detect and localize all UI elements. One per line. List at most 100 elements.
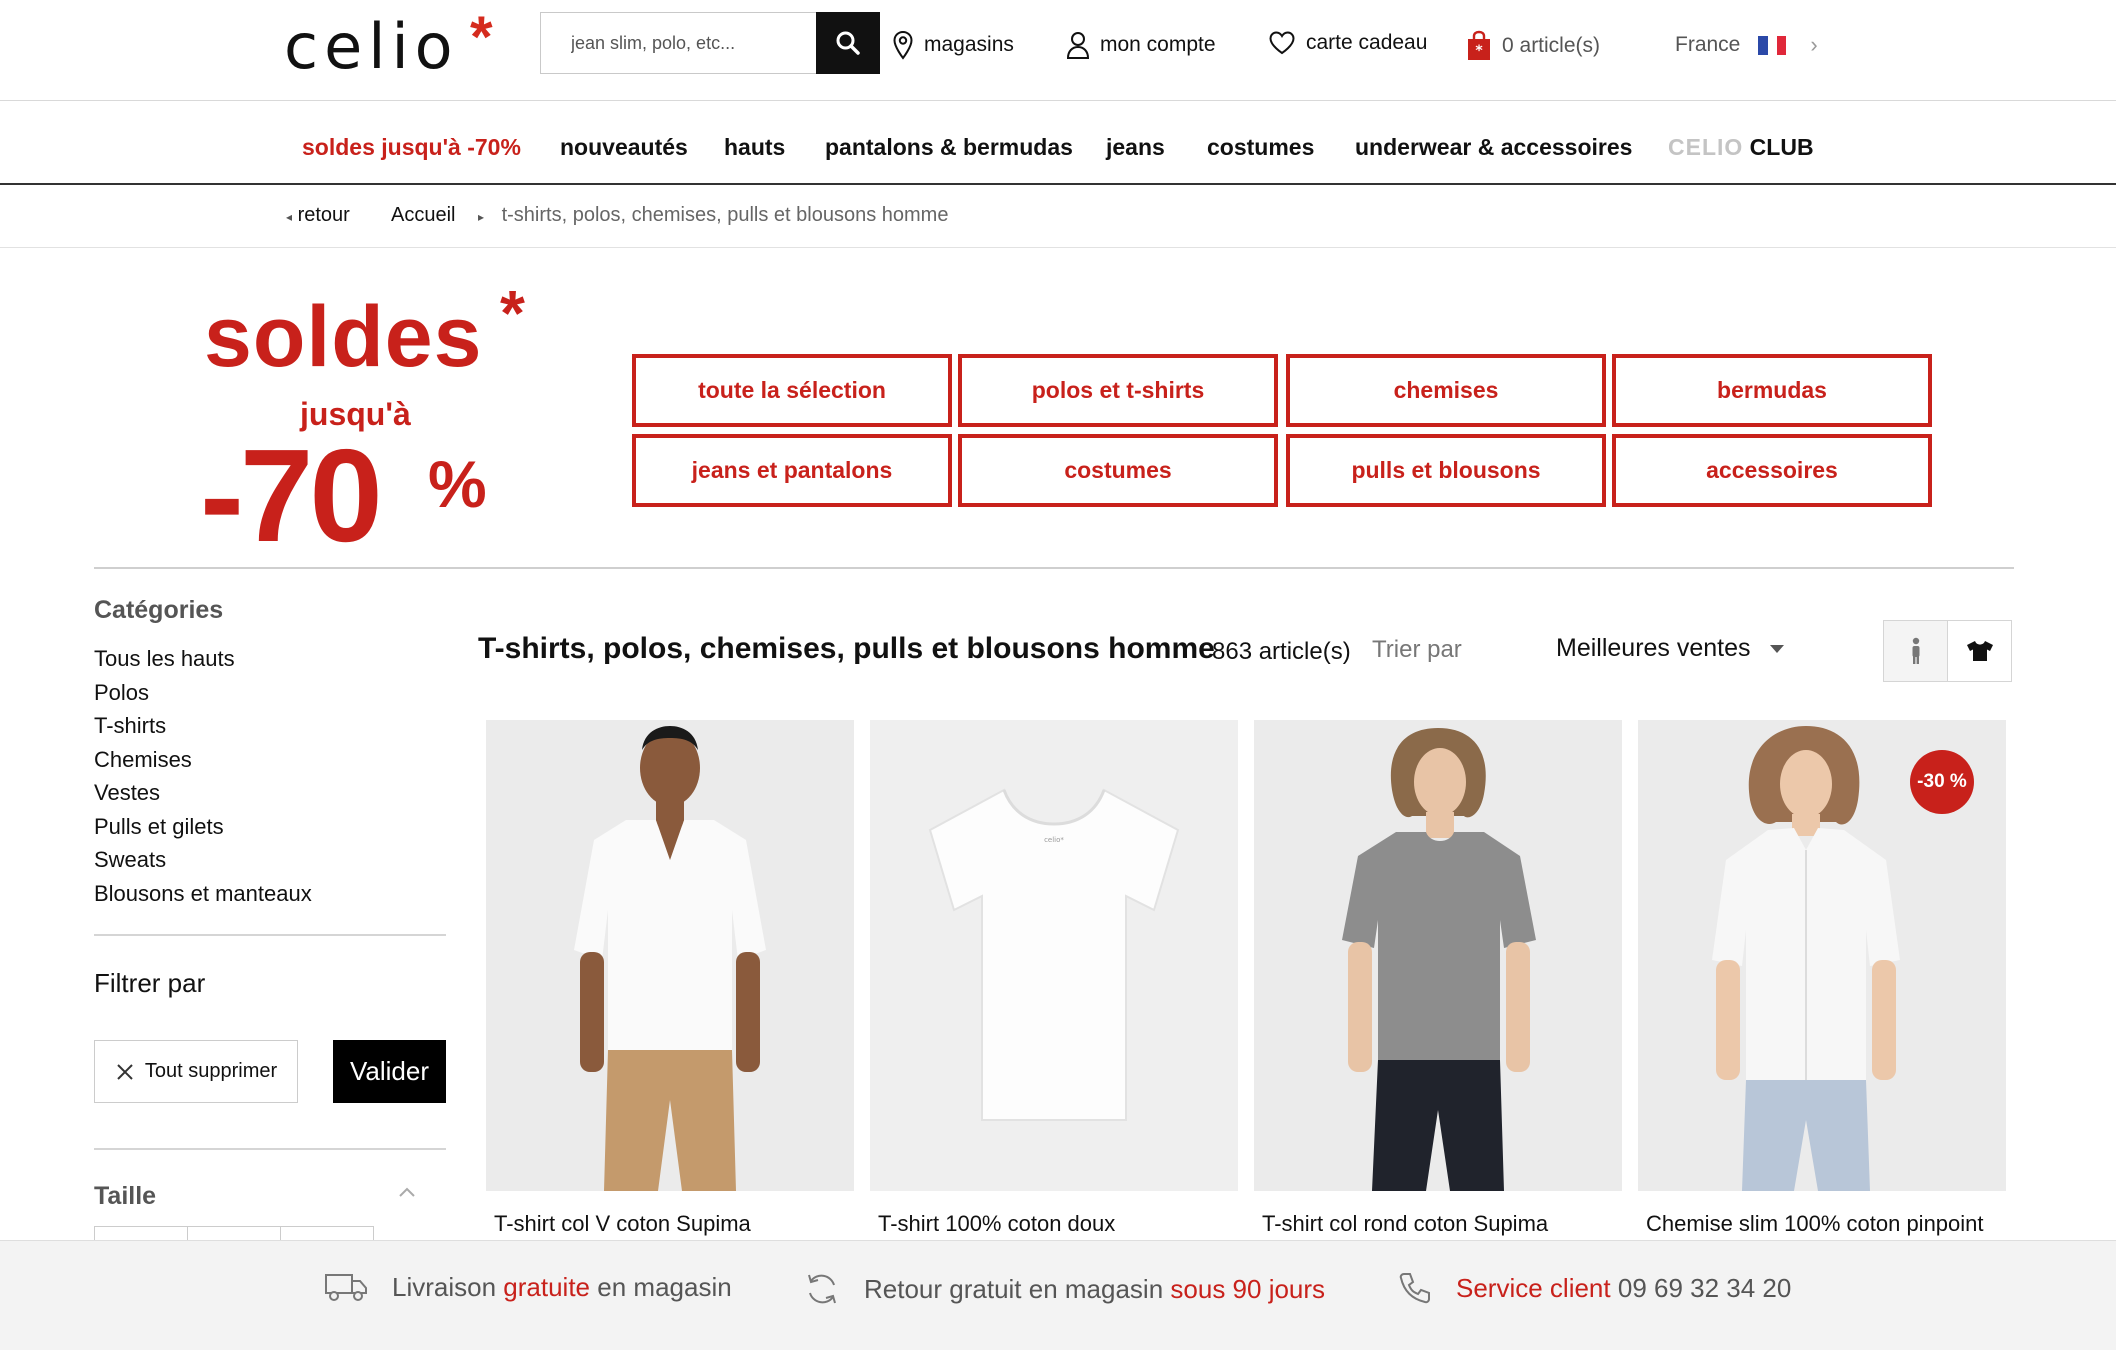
filter-title: Filtrer par xyxy=(94,968,206,998)
category-item[interactable]: Sweats xyxy=(94,845,312,879)
nav-hauts[interactable]: hauts xyxy=(724,134,785,161)
sale-cat-bermudas[interactable]: bermudas xyxy=(1612,354,1932,427)
sale-cat-accessoires[interactable]: accessoires xyxy=(1612,434,1932,507)
gift-card-label: carte cadeau xyxy=(1306,31,1428,54)
stores-label: magasins xyxy=(924,33,1014,56)
category-item[interactable]: Polos xyxy=(94,678,312,712)
club-light-label: CELIO xyxy=(1668,134,1744,160)
celio-logo[interactable]: celio xyxy=(284,10,459,83)
stores-link[interactable]: magasins xyxy=(892,30,1014,60)
section-divider xyxy=(94,567,2014,569)
caret-left-icon: ◂ xyxy=(286,210,293,224)
return-text-b: sous 90 jours xyxy=(1170,1273,1326,1304)
product-name[interactable]: Chemise slim 100% coton pinpoint xyxy=(1638,1211,2006,1237)
person-icon xyxy=(1912,637,1919,664)
svg-text:*: * xyxy=(1475,43,1483,59)
sort-dropdown[interactable]: Meilleures ventes xyxy=(1556,634,1785,663)
breadcrumb-current: ▸ t-shirts, polos, chemises, pulls et bl… xyxy=(478,204,948,227)
phone-icon xyxy=(1399,1273,1430,1304)
service-text-a: Service client xyxy=(1456,1272,1611,1303)
product-card[interactable]: T-shirt col V coton Supima xyxy=(486,720,854,1237)
country-selector[interactable]: France › xyxy=(1675,32,1818,58)
category-item[interactable]: Chemises xyxy=(94,745,312,779)
categories-list: Tous les hauts Polos T-shirts Chemises V… xyxy=(94,644,312,912)
sale-cat-costumes[interactable]: costumes xyxy=(958,434,1278,507)
nav-underwear-accessoires[interactable]: underwear & accessoires xyxy=(1355,134,1632,161)
clear-filters-button[interactable]: Tout supprimer xyxy=(94,1040,298,1103)
chevron-up-icon[interactable] xyxy=(398,1186,416,1198)
delivery-text-c: en magasin xyxy=(597,1271,732,1302)
product-image[interactable] xyxy=(1254,720,1622,1191)
product-card[interactable]: -30 % Chemise slim 100% coton pinpoint xyxy=(1638,720,2006,1237)
sale-percent: -70 xyxy=(200,422,383,569)
main-nav: soldes jusqu'à -70% nouveautés hauts pan… xyxy=(0,101,2116,185)
product-image[interactable] xyxy=(486,720,854,1191)
article-count: 863 article(s) xyxy=(1212,638,1351,665)
caret-right-icon: ▸ xyxy=(478,210,485,224)
return-text-a: Retour gratuit en magasin xyxy=(864,1273,1164,1304)
product-card[interactable]: celio* T-shirt 100% coton doux xyxy=(870,720,1238,1237)
sale-star: * xyxy=(500,277,525,349)
model-grey-tshirt-illustration xyxy=(1254,720,1622,1191)
product-name[interactable]: T-shirt col V coton Supima xyxy=(486,1211,854,1237)
product-card[interactable]: T-shirt col rond coton Supima xyxy=(1254,720,1622,1237)
user-icon xyxy=(1066,32,1090,59)
sale-cat-jeans-pantalons[interactable]: jeans et pantalons xyxy=(632,434,952,507)
return-info[interactable]: Retour gratuit en magasin sous 90 jours xyxy=(804,1271,1325,1307)
nav-celio-club[interactable]: CELIO CLUB xyxy=(1668,134,1814,161)
sidebar-divider xyxy=(94,1148,446,1150)
validate-button[interactable]: Valider xyxy=(333,1040,446,1103)
product-name[interactable]: T-shirt 100% coton doux xyxy=(870,1211,1238,1237)
heart-icon xyxy=(1269,31,1295,55)
categories-title: Catégories xyxy=(94,596,224,624)
breadcrumb: ◂ retour Accueil ▸ t-shirts, polos, chem… xyxy=(0,185,2116,248)
truck-icon xyxy=(325,1274,367,1301)
sale-cat-polos-tshirts[interactable]: polos et t-shirts xyxy=(958,354,1278,427)
sale-cat-chemises[interactable]: chemises xyxy=(1286,354,1606,427)
nav-pantalons-bermudas[interactable]: pantalons & bermudas xyxy=(825,134,1073,161)
delivery-text-a: Livraison xyxy=(392,1271,497,1302)
listing-title: T-shirts, polos, chemises, pulls et blou… xyxy=(478,632,1215,665)
breadcrumb-current-label: t-shirts, polos, chemises, pulls et blou… xyxy=(501,204,949,226)
cart-link[interactable]: * 0 article(s) xyxy=(1466,30,1600,62)
search-icon xyxy=(836,31,860,55)
account-link[interactable]: mon compte xyxy=(1066,30,1216,60)
nav-jeans[interactable]: jeans xyxy=(1106,134,1165,161)
category-item[interactable]: Pulls et gilets xyxy=(94,812,312,846)
service-text: Service client 09 69 32 34 20 xyxy=(1456,1273,1791,1304)
category-item[interactable]: Blousons et manteaux xyxy=(94,879,312,913)
svg-text:celio*: celio* xyxy=(1044,836,1064,844)
view-product-button[interactable] xyxy=(1947,620,2012,682)
breadcrumb-home[interactable]: Accueil xyxy=(391,204,455,227)
nav-nouveautes[interactable]: nouveautés xyxy=(560,134,688,161)
sale-cat-all[interactable]: toute la sélection xyxy=(632,354,952,427)
sale-title: soldes xyxy=(204,289,483,385)
category-item[interactable]: Vestes xyxy=(94,778,312,812)
product-image[interactable]: celio* xyxy=(870,720,1238,1191)
category-item[interactable]: Tous les hauts xyxy=(94,644,312,678)
breadcrumb-back[interactable]: ◂ retour xyxy=(286,204,350,227)
logo-star: * xyxy=(470,5,493,70)
sale-cat-pulls-blousons[interactable]: pulls et blousons xyxy=(1286,434,1606,507)
customer-service-info[interactable]: Service client 09 69 32 34 20 xyxy=(1398,1271,1791,1305)
view-model-button[interactable] xyxy=(1883,620,1948,682)
product-image[interactable]: -30 % xyxy=(1638,720,2006,1191)
shopping-bag-icon: * xyxy=(1468,30,1490,60)
category-item[interactable]: T-shirts xyxy=(94,711,312,745)
breadcrumb-back-label: retour xyxy=(297,204,350,226)
cart-label: 0 article(s) xyxy=(1502,34,1601,57)
product-name[interactable]: T-shirt col rond coton Supima xyxy=(1254,1211,1622,1237)
gift-card-link[interactable]: carte cadeau xyxy=(1268,30,1427,56)
search-box xyxy=(540,12,880,74)
size-filter-title[interactable]: Taille xyxy=(94,1182,156,1211)
country-label: France xyxy=(1675,33,1741,56)
delivery-info[interactable]: Livraison gratuite en magasin xyxy=(324,1271,732,1303)
sidebar-divider xyxy=(94,934,446,936)
search-button[interactable] xyxy=(816,12,880,74)
service-phone: 09 69 32 34 20 xyxy=(1617,1272,1792,1303)
france-flag-icon xyxy=(1758,35,1787,55)
nav-soldes[interactable]: soldes jusqu'à -70% xyxy=(302,134,521,161)
nav-costumes[interactable]: costumes xyxy=(1207,134,1314,161)
search-input[interactable] xyxy=(541,13,811,73)
delivery-text-b: gratuite xyxy=(503,1271,591,1302)
